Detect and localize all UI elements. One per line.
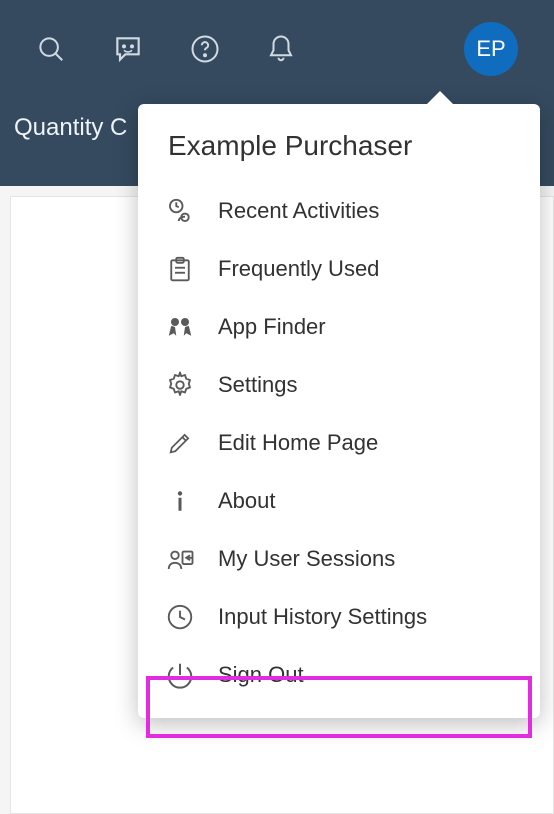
menu-item-label: About — [218, 488, 276, 514]
menu-item-input-history-settings[interactable]: Input History Settings — [138, 588, 540, 646]
menu-item-label: Frequently Used — [218, 256, 379, 282]
menu-item-label: Input History Settings — [218, 604, 427, 630]
menu-item-label: Recent Activities — [218, 198, 379, 224]
input-history-icon — [164, 601, 196, 633]
menu-item-recent-activities[interactable]: Recent Activities — [138, 182, 540, 240]
popover-title: Example Purchaser — [138, 104, 540, 178]
user-sessions-icon — [164, 543, 196, 575]
menu-item-settings[interactable]: Settings — [138, 356, 540, 414]
frequently-used-icon — [164, 253, 196, 285]
user-menu-list: Recent Activities Frequently Used — [138, 178, 540, 718]
menu-item-frequently-used[interactable]: Frequently Used — [138, 240, 540, 298]
avatar[interactable]: EP — [464, 22, 518, 76]
app-finder-icon — [164, 311, 196, 343]
edit-icon — [164, 427, 196, 459]
recent-activities-icon — [164, 195, 196, 227]
settings-icon — [164, 369, 196, 401]
menu-item-label: App Finder — [218, 314, 326, 340]
menu-item-app-finder[interactable]: App Finder — [138, 298, 540, 356]
search-icon[interactable] — [36, 34, 66, 64]
menu-item-edit-home-page[interactable]: Edit Home Page — [138, 414, 540, 472]
menu-item-sign-out[interactable]: Sign Out — [138, 646, 540, 704]
about-icon — [164, 485, 196, 517]
avatar-initials: EP — [476, 36, 505, 62]
sign-out-icon — [164, 659, 196, 691]
help-icon[interactable] — [190, 34, 220, 64]
menu-item-label: My User Sessions — [218, 546, 395, 572]
menu-item-about[interactable]: About — [138, 472, 540, 530]
menu-item-label: Edit Home Page — [218, 430, 378, 456]
toolbar: EP — [0, 0, 554, 80]
user-menu-popover: Example Purchaser Recent Activities — [138, 104, 540, 718]
popover-arrow — [426, 91, 454, 105]
menu-item-my-user-sessions[interactable]: My User Sessions — [138, 530, 540, 588]
menu-item-label: Sign Out — [218, 662, 304, 688]
menu-item-label: Settings — [218, 372, 298, 398]
notifications-icon[interactable] — [266, 34, 296, 64]
feedback-icon[interactable] — [112, 33, 144, 65]
